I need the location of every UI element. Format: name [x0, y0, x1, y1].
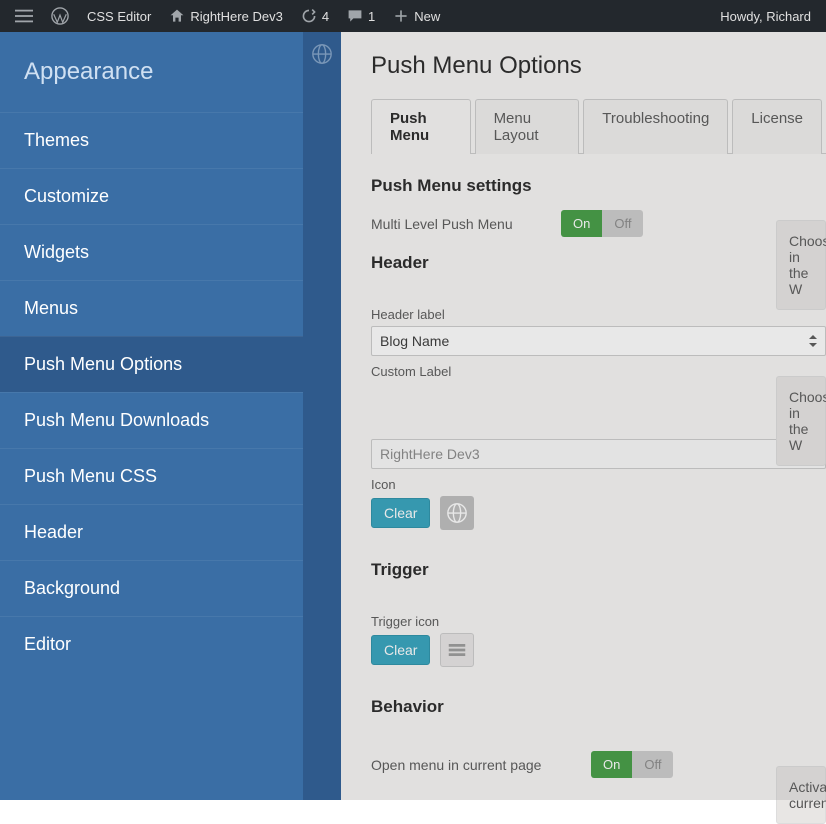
- globe-icon[interactable]: [308, 40, 336, 68]
- icon-label: Icon: [371, 477, 826, 492]
- tab-menu-layout[interactable]: Menu Layout: [475, 99, 580, 154]
- narrow-strip: [303, 32, 341, 800]
- icon-preview-bars[interactable]: [440, 633, 474, 667]
- site-name: RightHere Dev3: [190, 9, 283, 24]
- trigger-icon-label: Trigger icon: [371, 614, 826, 629]
- comments-count: 1: [368, 9, 375, 24]
- info-box-1: Choose in the W: [776, 220, 826, 310]
- toggle-off[interactable]: Off: [602, 210, 643, 237]
- tab-troubleshooting[interactable]: Troubleshooting: [583, 99, 728, 154]
- clear-icon-button[interactable]: Clear: [371, 498, 430, 528]
- section-settings-title: Push Menu settings: [371, 176, 826, 196]
- icon-preview-globe[interactable]: [440, 496, 474, 530]
- sidebar-item-header[interactable]: Header: [0, 504, 303, 560]
- admin-bar: CSS Editor RightHere Dev3 4 1 New Howdy,…: [0, 0, 826, 32]
- tab-license[interactable]: License: [732, 99, 822, 154]
- custom-label-value: RightHere Dev3: [380, 446, 480, 462]
- open-in-current-toggle[interactable]: On Off: [591, 751, 673, 778]
- multi-level-toggle[interactable]: On Off: [561, 210, 643, 237]
- menu-icon[interactable]: [8, 0, 40, 32]
- info-box-3: Activat current: [776, 766, 826, 824]
- comments-link[interactable]: 1: [340, 0, 382, 32]
- sidebar-item-widgets[interactable]: Widgets: [0, 224, 303, 280]
- sidebar-item-push-menu-css[interactable]: Push Menu CSS: [0, 448, 303, 504]
- updates-link[interactable]: 4: [294, 0, 336, 32]
- toggle-on[interactable]: On: [561, 210, 602, 237]
- wp-logo-icon[interactable]: [44, 0, 76, 32]
- header-label-value: Blog Name: [380, 333, 449, 349]
- info-box-2: Choose in the W: [776, 376, 826, 466]
- sidebar: Appearance Themes Customize Widgets Menu…: [0, 32, 303, 800]
- sidebar-item-editor[interactable]: Editor: [0, 616, 303, 672]
- account-link[interactable]: Howdy, Richard: [713, 0, 818, 32]
- tabs: Push Menu Menu Layout Troubleshooting Li…: [371, 98, 826, 154]
- section-header-title: Header: [371, 253, 826, 273]
- page-title: Push Menu Options: [371, 52, 826, 80]
- clear-trigger-button[interactable]: Clear: [371, 635, 430, 665]
- site-link[interactable]: RightHere Dev3: [162, 0, 290, 32]
- css-editor-link[interactable]: CSS Editor: [80, 0, 158, 32]
- updates-count: 4: [322, 9, 329, 24]
- sidebar-item-background[interactable]: Background: [0, 560, 303, 616]
- custom-label-input[interactable]: RightHere Dev3: [371, 439, 826, 469]
- sidebar-item-push-menu-downloads[interactable]: Push Menu Downloads: [0, 392, 303, 448]
- howdy-text: Howdy, Richard: [720, 9, 811, 24]
- sidebar-item-menus[interactable]: Menus: [0, 280, 303, 336]
- main-content: Push Menu Options Push Menu Menu Layout …: [341, 32, 826, 800]
- multi-level-label: Multi Level Push Menu: [371, 216, 541, 232]
- section-behavior-title: Behavior: [371, 697, 826, 717]
- custom-label-field: Custom Label: [371, 364, 826, 379]
- header-label-select[interactable]: Blog Name: [371, 326, 826, 356]
- section-trigger-title: Trigger: [371, 560, 826, 580]
- new-label: New: [414, 9, 440, 24]
- header-label-field: Header label: [371, 307, 826, 322]
- sidebar-item-customize[interactable]: Customize: [0, 168, 303, 224]
- toggle-off-2[interactable]: Off: [632, 751, 673, 778]
- toggle-on-2[interactable]: On: [591, 751, 632, 778]
- sidebar-item-themes[interactable]: Themes: [0, 112, 303, 168]
- tab-push-menu[interactable]: Push Menu: [371, 99, 471, 154]
- open-in-current-label: Open menu in current page: [371, 757, 571, 773]
- sidebar-item-push-menu-options[interactable]: Push Menu Options: [0, 336, 303, 392]
- new-link[interactable]: New: [386, 0, 447, 32]
- sidebar-heading: Appearance: [0, 32, 303, 112]
